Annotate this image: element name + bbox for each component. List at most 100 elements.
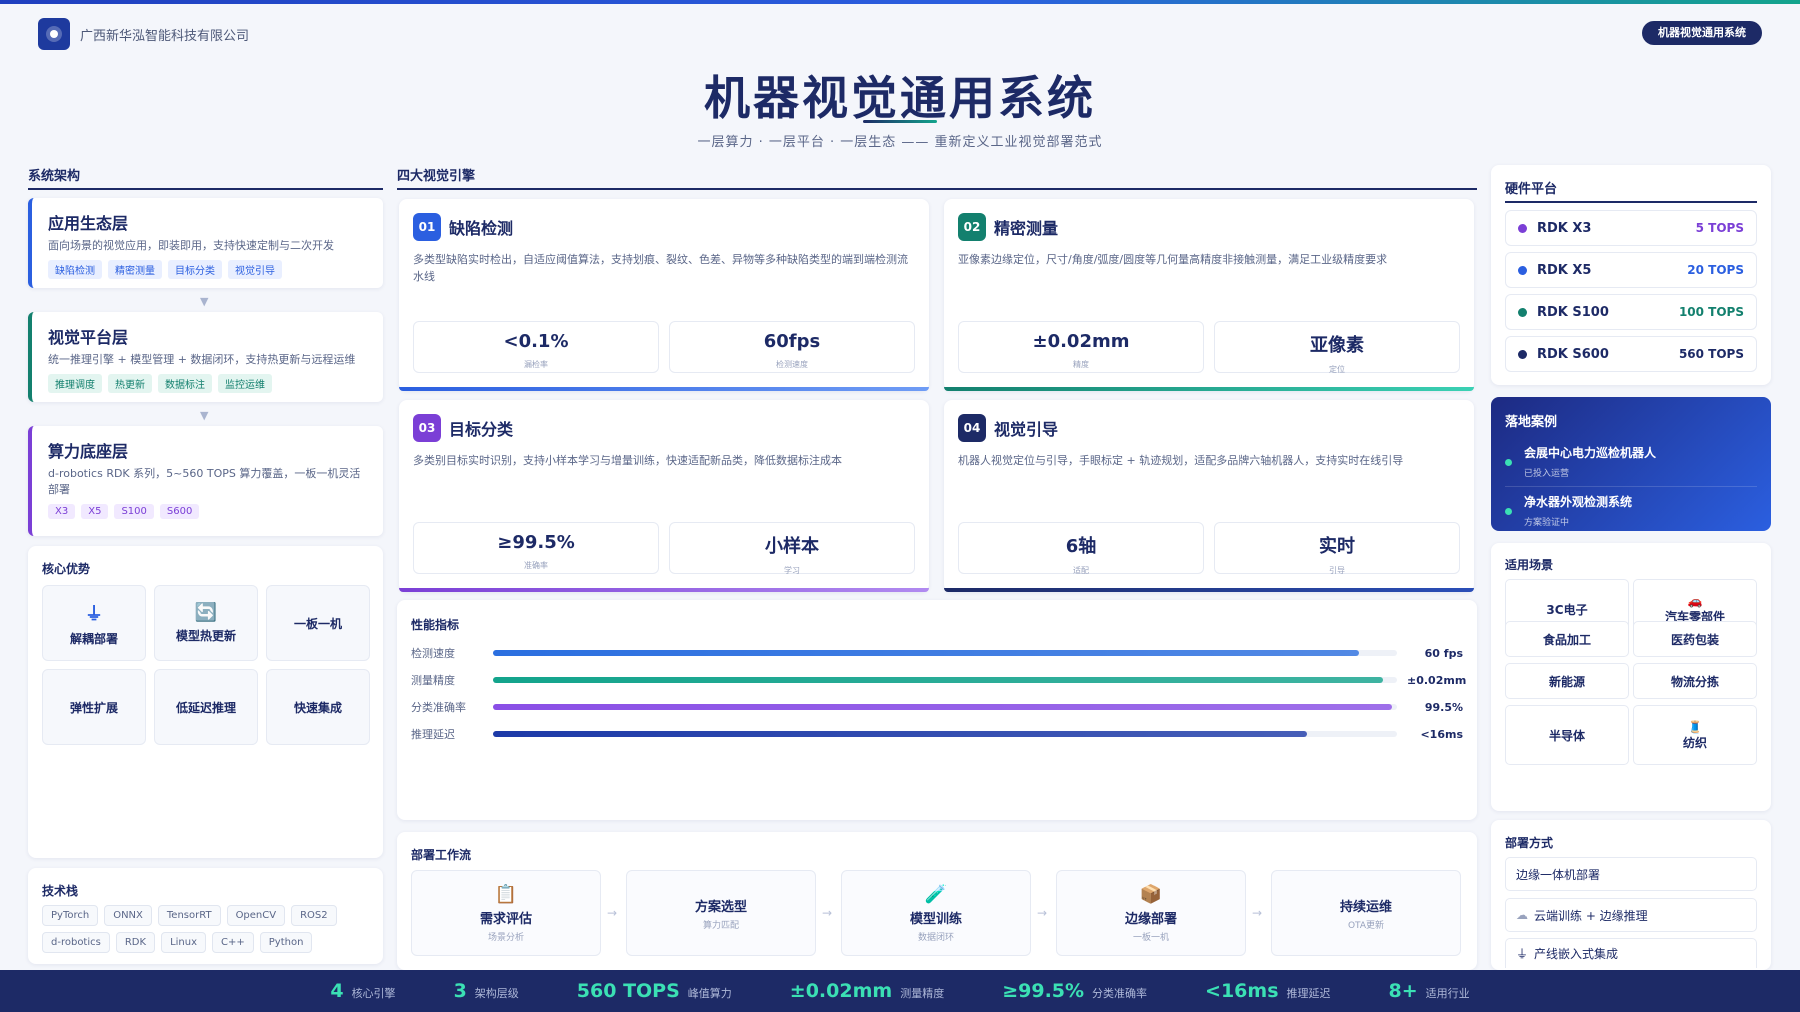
tech-stack: PyTorch ONNX TensorRT OpenCV ROS2 d-robo… — [42, 905, 362, 953]
workflow-panel: 部署工作流 📋 需求评估 场景分析 → 方案选型 算力匹配 → 🧪 模型训练 数据闭环 →… — [397, 832, 1477, 970]
down-arrow-icon: ▼ — [200, 409, 209, 422]
stat-label: 准确率 — [524, 561, 548, 570]
engine-stat: ±0.02mm 精度 — [958, 321, 1204, 373]
hardware-item[interactable]: RDK S100 100 TOPS — [1505, 294, 1757, 330]
scene-pharma[interactable]: 医药包装 — [1633, 621, 1757, 657]
stat-label: 适用行业 — [1425, 987, 1470, 1000]
stat-label: 峰值算力 — [687, 987, 732, 1000]
logo-icon — [38, 18, 70, 50]
deploy-item[interactable]: ⏚ 产线嵌入式集成 — [1505, 938, 1757, 968]
advantage-label: 模型热更新 — [175, 629, 236, 643]
case-item[interactable]: 净水器外观检测系统方案验证中 — [1505, 487, 1757, 535]
scene-textile[interactable]: 🧵 纺织 — [1633, 705, 1757, 765]
perf-fill — [493, 704, 1393, 710]
tech-tag: d-robotics — [42, 932, 110, 953]
hw-name: RDK S100 — [1537, 304, 1609, 320]
workflow-step-assess: 📋 需求评估 场景分析 — [411, 870, 601, 956]
layer-name: 视觉平台层 — [48, 328, 129, 347]
stat-label: 核心引擎 — [351, 987, 396, 1000]
engine-number: 03 — [413, 414, 441, 442]
case-name: 净水器外观检测系统 — [1524, 495, 1633, 509]
engine-stat: ≥99.5% 准确率 — [413, 522, 659, 574]
perf-value: ±0.02mm — [1407, 673, 1467, 687]
advantage-label: 低延迟推理 — [175, 700, 236, 715]
perf-label: 分类准确率 — [411, 701, 466, 714]
tech-tag: ROS2 — [291, 905, 337, 926]
perf-label: 检测速度 — [411, 647, 455, 660]
engine-accent-bar — [944, 387, 1474, 391]
scene-logistics[interactable]: 物流分拣 — [1633, 663, 1757, 699]
layer-desc: 统一推理引擎 + 模型管理 + 数据闭环，支持热更新与远程运维 — [48, 353, 356, 366]
perf-value: <16ms — [1420, 727, 1463, 741]
engine-stat: <0.1% 漏检率 — [413, 321, 659, 373]
workflow-step-select: 方案选型 算力匹配 — [626, 870, 816, 956]
engine-name: 视觉引导 — [994, 420, 1059, 439]
stat-value: 亚像素 — [1310, 335, 1364, 356]
advantage-label: 快速集成 — [293, 700, 342, 715]
tech-tag: ONNX — [104, 905, 152, 926]
step-name: 边缘部署 — [1124, 911, 1177, 927]
case-item[interactable]: 会展中心电力巡检机器人 已投入运营 — [1505, 438, 1757, 487]
scenes-grid: 3C电子 🚗 汽车零部件 食品加工 医药包装 新能源 物流分拣 半导体 🧵 纺织 — [1505, 579, 1757, 765]
layer-tag: 监控运维 — [218, 374, 272, 393]
layer-name: 应用生态层 — [48, 214, 129, 233]
clipboard-icon: 📋 — [494, 883, 518, 905]
engine-name: 目标分类 — [449, 420, 514, 439]
layer-compute: 算力底座层 d-robotics RDK 系列，5~560 TOPS 算力覆盖，… — [28, 426, 383, 536]
engine-number: 04 — [958, 414, 986, 442]
stat-value: ≥99.5% — [1002, 980, 1085, 1002]
stat-item: 8+ 适用行业 — [1389, 980, 1470, 1002]
engine-name: 精密测量 — [994, 219, 1059, 238]
step-sub: 算力匹配 — [702, 920, 739, 931]
perf-track — [493, 650, 1397, 656]
deploy-label: 边缘一体机部署 — [1516, 867, 1601, 882]
engine-stat: 亚像素 定位 — [1214, 321, 1460, 374]
stat-value: 6轴 — [1065, 536, 1097, 557]
deploy-item[interactable]: 边缘一体机部署 — [1505, 857, 1757, 891]
stat-item: <16ms 推理延迟 — [1205, 980, 1330, 1002]
step-sub: 数据闭环 — [917, 932, 954, 943]
scene-semiconductor[interactable]: 半导体 — [1505, 705, 1629, 765]
engine-accent-bar — [399, 387, 929, 391]
perf-value: 99.5% — [1424, 700, 1463, 714]
hardware-heading: 硬件平台 — [1505, 178, 1757, 203]
tech-tag: RDK — [115, 932, 156, 953]
perf-fill — [493, 650, 1360, 656]
hw-tops: 100 TOPS — [1678, 305, 1744, 319]
hardware-item[interactable]: RDK X3 5 TOPS — [1505, 210, 1757, 246]
stat-item: 560 TOPS 峰值算力 — [577, 980, 732, 1002]
tech-heading: 技术栈 — [42, 884, 79, 898]
stat-label: 漏检率 — [524, 360, 548, 369]
advantage-label: 一板一机 — [293, 616, 342, 631]
hardware-item[interactable]: RDK S600 560 TOPS — [1505, 336, 1757, 372]
layer-tag: 数据标注 — [158, 374, 212, 393]
title-underline — [863, 120, 937, 123]
stat-value: 60fps — [763, 331, 821, 352]
arch-heading: 系统架构 — [28, 165, 383, 190]
performance-heading: 性能指标 — [411, 618, 460, 632]
stat-label: 适配 — [1073, 566, 1089, 575]
layer-tag: 精密测量 — [108, 260, 162, 279]
tech-tag: OpenCV — [226, 905, 286, 926]
scene-energy[interactable]: 新能源 — [1505, 663, 1629, 699]
stat-label: 架构层级 — [474, 987, 519, 1000]
engine-number: 01 — [413, 213, 441, 241]
stat-value: 3 — [453, 980, 467, 1002]
step-sub: 场景分析 — [487, 932, 524, 943]
stat-label: 测量精度 — [900, 987, 945, 1000]
status-dot — [1505, 507, 1512, 515]
scene-label: 半导体 — [1548, 728, 1585, 743]
perf-row: 检测速度 60 fps — [411, 645, 1463, 661]
engine-stat: 实时 引导 — [1214, 522, 1460, 575]
stat-value: 小样本 — [765, 536, 819, 557]
case-status: 方案验证中 — [1524, 518, 1570, 528]
cloud-icon: ☁ — [1516, 908, 1528, 922]
cases-heading: 落地案例 — [1505, 415, 1558, 430]
scene-food[interactable]: 食品加工 — [1505, 621, 1629, 657]
layer-desc: 面向场景的视觉应用，即装即用，支持快速定制与二次开发 — [48, 239, 334, 252]
hardware-item[interactable]: RDK X5 20 TOPS — [1505, 252, 1757, 288]
deploy-item[interactable]: ☁ 云端训练 + 边缘推理 — [1505, 898, 1757, 932]
engine-desc: 机器人视觉定位与引导，手眼标定 + 轨迹规划，适配多品牌六轴机器人，支持实时在线… — [958, 454, 1404, 467]
layer-tag: 视觉引导 — [228, 260, 282, 279]
hw-dot — [1518, 265, 1527, 275]
